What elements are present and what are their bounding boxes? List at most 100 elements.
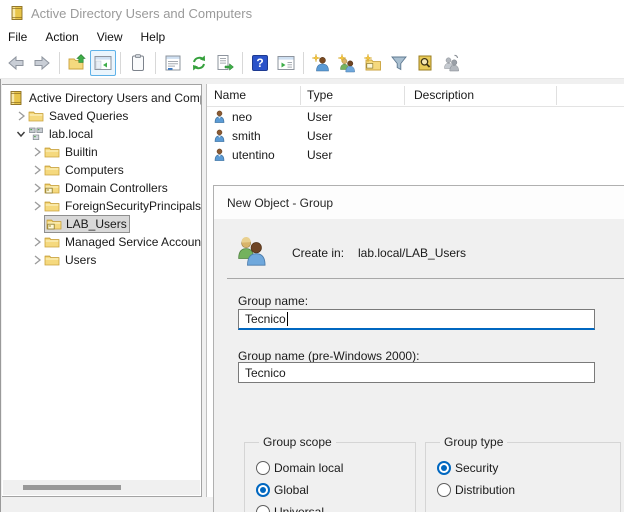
forward-button[interactable]: [29, 50, 55, 76]
toolbar-separator: [242, 52, 243, 74]
svg-text:?: ?: [256, 56, 263, 70]
new-ou-icon: [363, 53, 383, 73]
ou-folder-icon: [44, 180, 60, 196]
radio-circle[interactable]: [256, 461, 270, 475]
list-row-neo[interactable]: neo User: [207, 107, 624, 126]
tree-horizontal-scrollbar[interactable]: [3, 480, 200, 495]
domain-icon: [28, 126, 44, 142]
column-header-description[interactable]: Description: [414, 88, 474, 102]
radio-universal[interactable]: Universal: [256, 501, 415, 512]
menu-file[interactable]: File: [8, 27, 27, 47]
user-icon: [212, 147, 227, 163]
window-title: Active Directory Users and Computers: [31, 6, 252, 21]
scrollbar-thumb[interactable]: [23, 485, 121, 490]
back-arrow-icon: [6, 53, 26, 73]
create-in-value: lab.local/LAB_Users: [358, 246, 466, 260]
pre-windows-2000-label: Group name (pre-Windows 2000):: [238, 349, 419, 363]
tree-item-saved-queries[interactable]: Saved Queries: [2, 107, 201, 125]
radio-domain-local[interactable]: Domain local: [256, 457, 415, 479]
folder-icon: [44, 234, 60, 250]
group-scope-fieldset: Group scope Domain local Global Universa…: [244, 435, 416, 512]
group-name-input[interactable]: Tecnico: [238, 309, 595, 330]
up-one-level-button[interactable]: [64, 50, 90, 76]
clipboard-icon: [128, 53, 148, 73]
chevron-right-icon[interactable]: [30, 145, 44, 159]
set-filter-button[interactable]: [386, 50, 412, 76]
radio-circle[interactable]: [256, 483, 270, 497]
menu-help[interactable]: Help: [141, 27, 166, 47]
chevron-right-icon[interactable]: [30, 199, 44, 213]
folder-icon: [44, 162, 60, 178]
chevron-right-icon[interactable]: [30, 235, 44, 249]
tree-item-users[interactable]: Users: [2, 251, 201, 269]
user-icon: [212, 109, 227, 125]
new-user-icon: [311, 53, 331, 73]
refresh-button[interactable]: [186, 50, 212, 76]
selected-tree-item[interactable]: LAB_Users: [44, 215, 130, 233]
find-button[interactable]: [412, 50, 438, 76]
column-separator[interactable]: [300, 86, 301, 105]
action-pane-icon: [276, 53, 296, 73]
group-type-legend: Group type: [440, 435, 507, 449]
properties-button[interactable]: [160, 50, 186, 76]
new-group-icon: [337, 53, 357, 73]
export-list-button[interactable]: [212, 50, 238, 76]
tree-item-computers[interactable]: Computers: [2, 161, 201, 179]
tree-item-lab-local[interactable]: lab.local: [2, 125, 201, 143]
tree-item-builtin[interactable]: Builtin: [2, 143, 201, 161]
pre-windows-2000-input[interactable]: Tecnico: [238, 362, 595, 383]
radio-circle[interactable]: [256, 505, 270, 512]
properties-icon: [163, 53, 183, 73]
dialog-title: New Object - Group: [214, 186, 624, 219]
new-user-button[interactable]: [308, 50, 334, 76]
chevron-down-icon[interactable]: [14, 127, 28, 141]
dialog-body: Create in: lab.local/LAB_Users Group nam…: [214, 219, 624, 512]
new-organizational-unit-button[interactable]: [360, 50, 386, 76]
action-pane-button[interactable]: [273, 50, 299, 76]
radio-global[interactable]: Global: [256, 479, 415, 501]
clipboard-button[interactable]: [125, 50, 151, 76]
user-icon: [212, 128, 227, 144]
menu-view[interactable]: View: [97, 27, 123, 47]
column-header-type[interactable]: Type: [307, 88, 333, 102]
group-name-label: Group name:: [238, 294, 308, 308]
tree-item-lab-users[interactable]: LAB_Users: [2, 215, 201, 233]
column-separator[interactable]: [404, 86, 405, 105]
radio-circle[interactable]: [437, 461, 451, 475]
group-icon: [236, 235, 268, 270]
list-row-utentino[interactable]: utentino User: [207, 145, 624, 164]
chevron-right-icon[interactable]: [30, 253, 44, 267]
list-row-smith[interactable]: smith User: [207, 126, 624, 145]
back-button[interactable]: [3, 50, 29, 76]
radio-security[interactable]: Security: [437, 457, 620, 479]
tree-item-domain-controllers[interactable]: Domain Controllers: [2, 179, 201, 197]
folder-icon: [44, 144, 60, 160]
column-separator[interactable]: [556, 86, 557, 105]
add-to-group-button[interactable]: [438, 50, 464, 76]
tree-item-managed-service-accounts[interactable]: Managed Service Accounts: [2, 233, 201, 251]
chevron-right-icon[interactable]: [30, 163, 44, 177]
chevron-right-icon[interactable]: [30, 181, 44, 195]
toolbar-separator: [303, 52, 304, 74]
show-console-tree-toggle[interactable]: [90, 50, 116, 76]
find-magnifier-icon: [415, 53, 435, 73]
help-button[interactable]: ?: [247, 50, 273, 76]
new-group-button[interactable]: [334, 50, 360, 76]
tree-item-root[interactable]: Active Directory Users and Computers: [2, 89, 201, 107]
radio-distribution[interactable]: Distribution: [437, 479, 620, 501]
toolbar-separator: [155, 52, 156, 74]
list-header: Name Type Description: [207, 84, 624, 107]
console-tree-pane: Active Directory Users and Computers Sav…: [2, 84, 202, 497]
column-header-name[interactable]: Name: [214, 88, 246, 102]
group-type-fieldset: Group type Security Distribution: [425, 435, 621, 512]
dialog-separator: [227, 278, 624, 279]
app-console-icon: [9, 5, 25, 21]
help-icon: ?: [250, 53, 270, 73]
workspace: Active Directory Users and Computers Sav…: [0, 79, 624, 512]
radio-circle[interactable]: [437, 483, 451, 497]
tree-item-foreign-security-principals[interactable]: ForeignSecurityPrincipals: [2, 197, 201, 215]
create-in-label: Create in:: [292, 246, 358, 260]
refresh-icon: [189, 53, 209, 73]
menu-action[interactable]: Action: [45, 27, 78, 47]
chevron-right-icon[interactable]: [14, 109, 28, 123]
